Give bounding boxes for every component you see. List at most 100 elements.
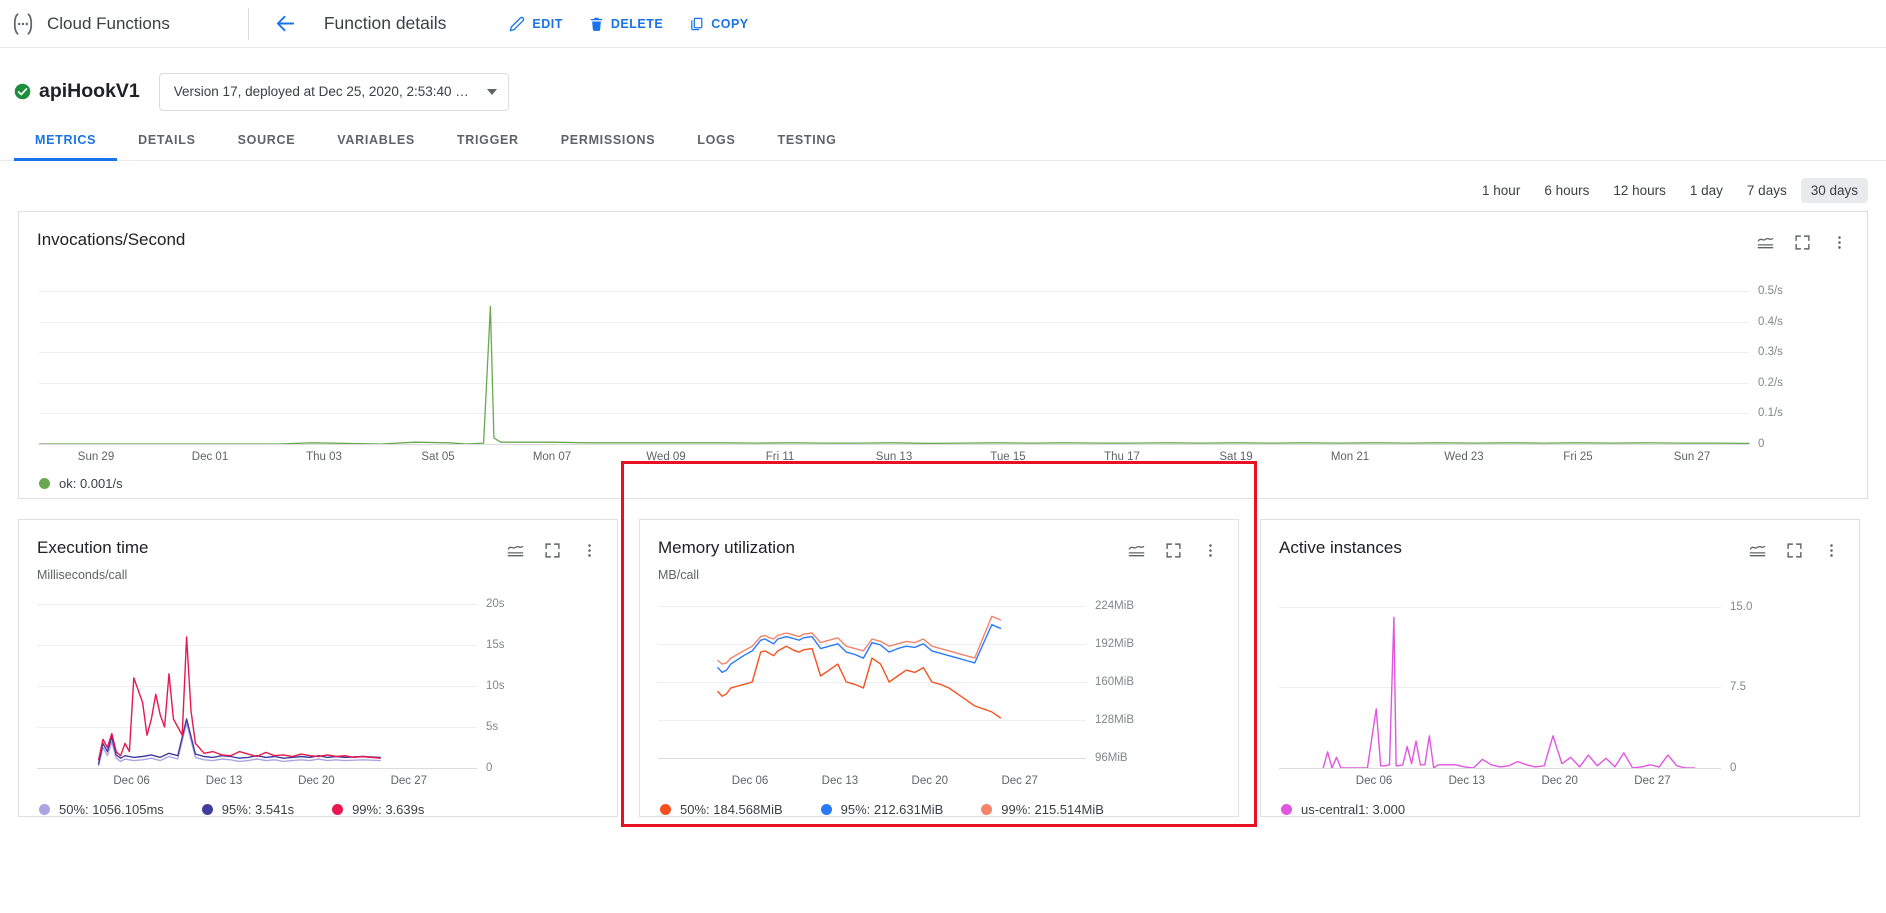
- tab-metrics[interactable]: METRICS: [14, 133, 118, 161]
- tab-details[interactable]: DETAILS: [117, 133, 216, 160]
- legend-label: 95%: 212.631MiB: [840, 802, 944, 817]
- axis-line: [37, 768, 477, 769]
- legend-item[interactable]: 95%: 3.541s: [201, 802, 294, 817]
- time-range-12-hours[interactable]: 12 hours: [1603, 178, 1676, 203]
- chevron-down-icon: [486, 88, 497, 95]
- page-title: Function details: [323, 13, 447, 33]
- card-header: Invocations/Second: [19, 212, 1867, 252]
- legend-item[interactable]: 99%: 3.639s: [332, 802, 424, 817]
- more-vert-icon[interactable]: [579, 540, 599, 560]
- legend-label: 50%: 184.568MiB: [680, 802, 783, 817]
- legend-swatch: [660, 804, 671, 815]
- tab-variables[interactable]: VARIABLES: [316, 133, 436, 160]
- version-select-value: Version 17, deployed at Dec 25, 2020, 2:…: [173, 84, 469, 99]
- pencil-icon: [509, 16, 525, 32]
- chart-title: Execution time: [37, 538, 149, 557]
- memory-utilization-card: Memory utilization MB/call 96MiB 128MiB …: [639, 519, 1239, 817]
- function-header: apiHookV1 Version 17, deployed at Dec 25…: [0, 48, 1886, 111]
- product-name[interactable]: Cloud Functions: [47, 14, 170, 34]
- execution-time-card: Execution time Milliseconds/call 0 5s 10…: [18, 519, 618, 817]
- legend-item[interactable]: 95%: 212.631MiB: [820, 802, 944, 817]
- delete-button[interactable]: DELETE: [578, 10, 674, 38]
- fullscreen-icon[interactable]: [1163, 540, 1183, 560]
- x-axis-tick-label: Thu 17: [1104, 451, 1140, 463]
- x-axis-tick-label: Tue 15: [990, 451, 1026, 463]
- x-axis-tick-label: Dec 20: [298, 775, 335, 787]
- x-axis-tick-label: Dec 01: [191, 451, 229, 463]
- card-header-icons: [1126, 538, 1220, 560]
- x-axis-tick-label: Dec 27: [1634, 775, 1671, 787]
- x-axis-tick-label: Thu 03: [306, 451, 342, 463]
- invocations-plot: 0 0.1/s 0.2/s 0.3/s 0.4/s 0.5/s Sun 29 Dec 01 Th…: [39, 276, 1807, 463]
- series-line: [1322, 616, 1696, 768]
- invocations-legend: ok: 0.001/s: [19, 476, 1867, 491]
- more-vert-icon[interactable]: [1829, 232, 1849, 252]
- tab-source[interactable]: SOURCE: [217, 133, 317, 160]
- x-axis-tick-label: Dec 20: [1541, 775, 1578, 787]
- copy-icon: [689, 16, 704, 32]
- legend-item[interactable]: 50%: 1056.105ms: [39, 802, 164, 817]
- copy-button[interactable]: COPY: [678, 10, 759, 38]
- legend-label: us-central1: 3.000: [1301, 802, 1406, 817]
- edit-button[interactable]: EDIT: [498, 10, 573, 38]
- time-range-1-hour[interactable]: 1 hour: [1472, 178, 1530, 203]
- card-header: Memory utilization: [640, 520, 1238, 560]
- x-axis-tick-label: Mon 07: [532, 451, 572, 463]
- legend-label: 99%: 3.639s: [352, 802, 425, 817]
- series-layer: [39, 305, 1750, 444]
- tab-logs[interactable]: LOGS: [676, 133, 756, 160]
- series-line: [97, 718, 381, 765]
- function-name: apiHookV1: [39, 80, 140, 102]
- legend-swatch: [39, 804, 50, 815]
- active-instances-card: Active instances 0 7.5 15.0 Dec 06 Dec 1…: [1260, 519, 1860, 817]
- x-axis-tick-label: Dec 06: [113, 775, 150, 787]
- tab-testing[interactable]: TESTING: [757, 133, 858, 160]
- chart-title: Active instances: [1279, 538, 1402, 557]
- chart-title: Memory utilization: [658, 538, 795, 557]
- series-line: [97, 722, 381, 767]
- line-chart-icon[interactable]: [505, 540, 525, 560]
- legend-item[interactable]: 50%: 184.568MiB: [660, 802, 783, 817]
- fullscreen-icon[interactable]: [542, 540, 562, 560]
- metrics-card-row: Execution time Milliseconds/call 0 5s 10…: [18, 519, 1868, 817]
- trash-icon: [589, 16, 604, 32]
- active-instances-plot: 0 7.5 15.0 Dec 06 Dec 13 Dec 20 Dec 27: [1279, 596, 1779, 787]
- x-axis-tick-label: Fri 25: [1563, 451, 1593, 463]
- back-arrow-icon[interactable]: [271, 9, 301, 39]
- legend-item[interactable]: ok: 0.001/s: [39, 476, 123, 491]
- axis-line: [1279, 768, 1721, 769]
- chart-subtitle: MB/call: [658, 568, 699, 582]
- x-axis-tick-label: Dec 13: [821, 775, 859, 787]
- more-vert-icon[interactable]: [1200, 540, 1220, 560]
- time-range-30-days[interactable]: 30 days: [1800, 177, 1868, 203]
- tab-trigger[interactable]: TRIGGER: [436, 133, 540, 160]
- legend-item[interactable]: us-central1: 3.000: [1281, 802, 1405, 817]
- fullscreen-icon[interactable]: [1792, 232, 1812, 252]
- legend-item[interactable]: 99%: 215.514MiB: [981, 802, 1104, 817]
- toolbar-divider: [247, 7, 249, 40]
- edit-button-label: EDIT: [532, 16, 563, 31]
- version-select[interactable]: Version 17, deployed at Dec 25, 2020, 2:…: [158, 72, 509, 111]
- x-axis-tick-label: Sat 05: [421, 451, 455, 463]
- line-chart-icon[interactable]: [1755, 232, 1775, 252]
- series-layer: [717, 615, 1002, 719]
- line-chart-icon[interactable]: [1126, 540, 1146, 560]
- invocations-per-second-card: Invocations/Second 0 0.1/s 0.2/s 0.3/s 0.4/s…: [18, 211, 1868, 499]
- line-chart-icon[interactable]: [1747, 540, 1767, 560]
- time-range-1-day[interactable]: 1 day: [1680, 178, 1733, 203]
- card-header: Execution time: [19, 520, 617, 560]
- chart-title: Invocations/Second: [37, 230, 186, 249]
- time-range-7-days[interactable]: 7 days: [1737, 178, 1797, 203]
- x-axis-tick-label: Sun 27: [1673, 451, 1711, 463]
- legend-swatch: [820, 804, 832, 815]
- fullscreen-icon[interactable]: [1784, 540, 1804, 560]
- memory-utilization-plot: 96MiB 128MiB 160MiB 192MiB 224MiB Dec 06 Dec 1…: [658, 596, 1158, 787]
- chart-subtitle: [1261, 560, 1859, 582]
- tab-permissions[interactable]: PERMISSIONS: [540, 133, 677, 160]
- more-vert-icon[interactable]: [1821, 540, 1841, 560]
- x-axis-tick-label: Dec 06: [731, 775, 769, 787]
- time-range-6-hours[interactable]: 6 hours: [1534, 178, 1599, 203]
- series-layer: [1322, 616, 1696, 768]
- check-circle-icon: [14, 83, 31, 100]
- legend-label: ok: 0.001/s: [59, 476, 123, 491]
